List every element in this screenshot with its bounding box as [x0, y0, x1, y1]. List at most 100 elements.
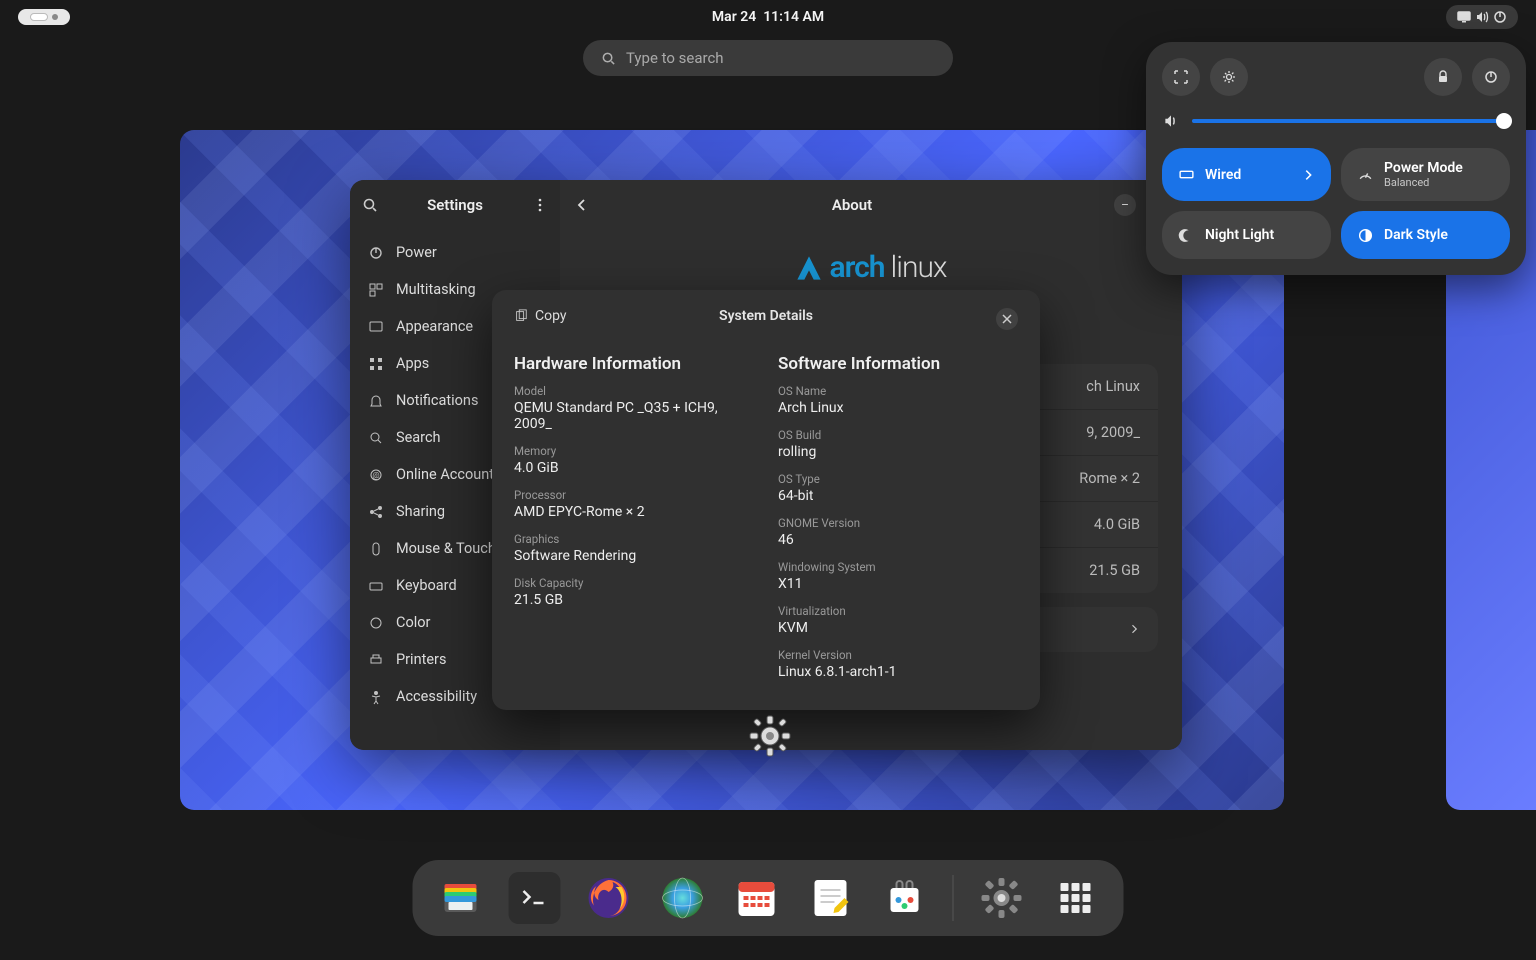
calendar-icon	[735, 876, 779, 920]
row-value: 9, 2009_	[1086, 424, 1140, 441]
activities-button[interactable]	[18, 9, 70, 25]
gear-icon	[979, 875, 1025, 921]
settings-app[interactable]	[976, 872, 1028, 924]
kv-osname: OS NameArch Linux	[778, 384, 1018, 416]
power-mode-toggle[interactable]: Power ModeBalanced	[1341, 148, 1510, 201]
tile-label: Power Mode	[1384, 160, 1463, 176]
sidebar-item-label: Power	[396, 244, 437, 261]
sidebar-item-label: Multitasking	[396, 281, 476, 298]
network-icon	[1178, 166, 1195, 183]
search-icon	[601, 51, 616, 66]
web-browser-app[interactable]	[657, 872, 709, 924]
contrast-icon	[1357, 227, 1374, 244]
sidebar-item-label: Printers	[396, 651, 446, 668]
row-value: Rome × 2	[1079, 470, 1140, 487]
system-tray[interactable]	[1446, 5, 1518, 29]
row-value: ch Linux	[1086, 378, 1140, 395]
sidebar-item-power[interactable]: Power	[350, 234, 560, 271]
arch-text-2: linux	[890, 250, 946, 285]
volume-slider-row	[1162, 112, 1510, 130]
hardware-heading: Hardware Information	[514, 354, 754, 374]
sidebar-item-label: Keyboard	[396, 577, 457, 594]
volume-slider[interactable]	[1192, 119, 1510, 123]
globe-icon	[660, 875, 706, 921]
kv-window: Windowing System X11	[778, 560, 1018, 592]
kv-label: Model	[514, 384, 754, 398]
night-light-toggle[interactable]: Night Light	[1162, 211, 1331, 259]
quick-settings-panel: Wired Power ModeBalanced Night Light Dar…	[1146, 42, 1526, 275]
copy-icon	[514, 309, 528, 323]
sidebar-item-label: Apps	[396, 355, 429, 372]
menu-icon[interactable]	[532, 197, 548, 213]
kv-value: X11	[778, 576, 1018, 592]
kv-value: Software Rendering	[514, 548, 754, 564]
firefox-app[interactable]	[583, 872, 635, 924]
kv-label: OS Type	[778, 472, 1018, 486]
chevron-right-icon	[1128, 623, 1140, 635]
sidebar-item-label: Color	[396, 614, 430, 631]
kv-label: Windowing System	[778, 560, 1018, 574]
arch-text-1: arch	[829, 250, 884, 285]
kv-label: GNOME Version	[778, 516, 1018, 530]
busy-cursor	[748, 714, 792, 762]
software-icon	[883, 876, 927, 920]
screenshot-button[interactable]	[1162, 58, 1200, 96]
tile-sublabel: Balanced	[1384, 176, 1463, 189]
search-icon[interactable]	[362, 197, 378, 213]
lock-button[interactable]	[1424, 58, 1462, 96]
search-placeholder: Type to search	[626, 49, 724, 67]
software-app[interactable]	[879, 872, 931, 924]
tile-label: Wired	[1205, 167, 1241, 183]
kv-label: OS Build	[778, 428, 1018, 442]
gear-cursor-icon	[748, 714, 792, 758]
time-label: 11:14 AM	[763, 9, 824, 25]
screen-icon	[1456, 9, 1472, 25]
kv-kernel: Kernel VersionLinux 6.8.1-arch1-1	[778, 648, 1018, 680]
arch-logo: archlinux	[584, 250, 1158, 286]
clock-button[interactable]: Mar 24 11:14 AM	[712, 9, 824, 25]
close-button[interactable]	[996, 308, 1018, 330]
wired-toggle[interactable]: Wired	[1162, 148, 1331, 201]
kv-label: Graphics	[514, 532, 754, 546]
sidebar-item-label: Notifications	[396, 392, 478, 409]
kv-graphics: Graphics Software Rendering	[514, 532, 754, 564]
software-column: Software Information OS NameArch Linux O…	[778, 354, 1018, 692]
search-input[interactable]: Type to search	[583, 40, 953, 76]
calendar-app[interactable]	[731, 872, 783, 924]
kv-value: 46	[778, 532, 1018, 548]
text-editor-icon	[809, 876, 853, 920]
text-editor-app[interactable]	[805, 872, 857, 924]
close-icon	[1002, 314, 1012, 324]
dock	[413, 860, 1124, 936]
terminal-app[interactable]	[509, 872, 561, 924]
date-label: Mar 24	[712, 9, 756, 25]
kv-virt: VirtualizationKVM	[778, 604, 1018, 636]
files-app[interactable]	[435, 872, 487, 924]
software-heading: Software Information	[778, 354, 1018, 374]
dark-style-toggle[interactable]: Dark Style	[1341, 211, 1510, 259]
back-icon[interactable]	[574, 197, 590, 213]
copy-button[interactable]: Copy	[514, 308, 567, 324]
speedometer-icon	[1357, 166, 1374, 183]
minimize-button[interactable]: –	[1114, 194, 1136, 216]
chevron-right-icon	[1301, 168, 1315, 182]
show-apps-button[interactable]	[1050, 872, 1102, 924]
tile-label: Dark Style	[1384, 227, 1448, 243]
top-bar: Mar 24 11:14 AM	[0, 0, 1536, 34]
power-icon	[1492, 9, 1508, 25]
lock-icon	[1435, 69, 1451, 85]
sidebar-item-label: Search	[396, 429, 441, 446]
tile-label: Night Light	[1205, 227, 1274, 243]
settings-button[interactable]	[1210, 58, 1248, 96]
files-icon	[439, 876, 483, 920]
power-button[interactable]	[1472, 58, 1510, 96]
screenshot-icon	[1173, 69, 1189, 85]
sidebar-item-label: Appearance	[396, 318, 473, 335]
copy-label: Copy	[535, 308, 567, 324]
sidebar-item-label: Sharing	[396, 503, 445, 520]
kv-label: Kernel Version	[778, 648, 1018, 662]
kv-label: Virtualization	[778, 604, 1018, 618]
gear-icon	[1221, 69, 1237, 85]
system-details-dialog: Copy System Details Hardware Information…	[492, 290, 1040, 710]
kv-label: Memory	[514, 444, 754, 458]
